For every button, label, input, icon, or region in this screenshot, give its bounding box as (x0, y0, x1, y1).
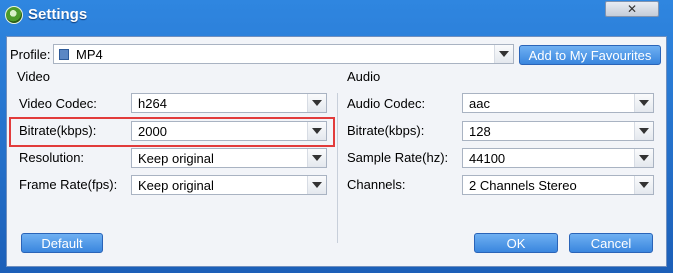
video-codec-value: h264 (138, 96, 167, 111)
video-group-heading: Video (17, 69, 51, 84)
group-divider (337, 93, 338, 243)
app-logo-icon (5, 6, 23, 24)
close-button[interactable]: ✕ (605, 1, 659, 17)
mp4-format-icon (59, 49, 69, 60)
frame-rate-value: Keep original (138, 178, 214, 193)
window-title: Settings (28, 6, 88, 23)
video-bitrate-label: Bitrate(kbps): (19, 123, 97, 138)
settings-window: Settings ✕ Profile: MP4 Add to My Favour… (0, 0, 673, 273)
chevron-down-icon[interactable] (634, 122, 653, 140)
audio-codec-value: aac (469, 96, 490, 111)
audio-group-heading: Audio (347, 69, 381, 84)
audio-codec-select[interactable]: aac (462, 93, 654, 113)
frame-rate-label: Frame Rate(fps): (19, 177, 118, 192)
add-to-favourites-button[interactable]: Add to My Favourites (519, 45, 661, 65)
audio-bitrate-value: 128 (469, 124, 491, 139)
video-codec-select[interactable]: h264 (131, 93, 327, 113)
profile-label: Profile: (10, 47, 51, 62)
cancel-button[interactable]: Cancel (569, 233, 653, 253)
sample-rate-select[interactable]: 44100 (462, 148, 654, 168)
resolution-label: Resolution: (19, 150, 85, 165)
profile-value: MP4 (76, 47, 103, 62)
resolution-value: Keep original (138, 151, 214, 166)
frame-rate-select[interactable]: Keep original (131, 175, 327, 195)
video-bitrate-select[interactable]: 2000 (131, 121, 327, 141)
sample-rate-value: 44100 (469, 151, 506, 166)
chevron-down-icon[interactable] (307, 94, 326, 112)
audio-codec-label: Audio Codec: (347, 96, 426, 111)
channels-select[interactable]: 2 Channels Stereo (462, 175, 654, 195)
ok-button[interactable]: OK (474, 233, 558, 253)
chevron-down-icon[interactable] (634, 149, 653, 167)
chevron-down-icon[interactable] (307, 122, 326, 140)
chevron-down-icon[interactable] (634, 94, 653, 112)
dialog-body: Profile: MP4 Add to My Favourites Video … (6, 36, 667, 267)
channels-value: 2 Channels Stereo (469, 178, 577, 193)
video-bitrate-value: 2000 (138, 124, 167, 139)
channels-label: Channels: (347, 177, 406, 192)
resolution-select[interactable]: Keep original (131, 148, 327, 168)
close-icon: ✕ (626, 2, 638, 16)
audio-bitrate-label: Bitrate(kbps): (347, 123, 425, 138)
title-bar[interactable]: Settings ✕ (0, 0, 673, 32)
profile-select[interactable]: MP4 (53, 44, 514, 64)
video-codec-label: Video Codec: (19, 96, 97, 111)
sample-rate-label: Sample Rate(hz): (347, 150, 449, 165)
chevron-down-icon[interactable] (307, 176, 326, 194)
audio-bitrate-select[interactable]: 128 (462, 121, 654, 141)
chevron-down-icon[interactable] (634, 176, 653, 194)
chevron-down-icon[interactable] (494, 45, 513, 63)
chevron-down-icon[interactable] (307, 149, 326, 167)
default-button[interactable]: Default (21, 233, 103, 253)
